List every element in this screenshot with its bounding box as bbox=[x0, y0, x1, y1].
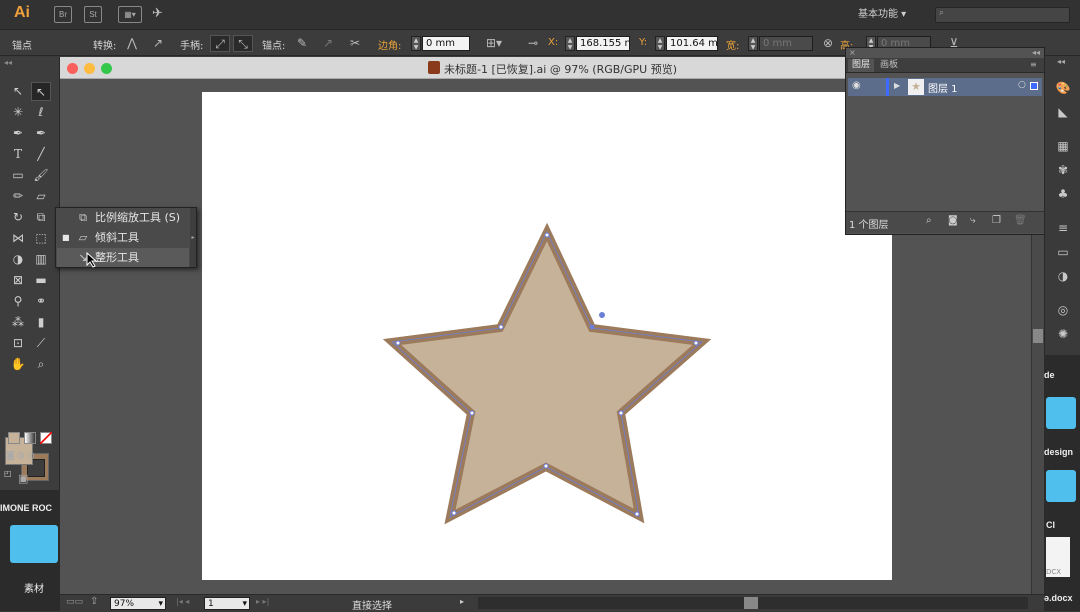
horizontal-scrollbar[interactable] bbox=[478, 597, 1028, 609]
shear-tool-icon: ▱ bbox=[78, 231, 88, 244]
current-tool-label: 直接选择 bbox=[352, 601, 392, 612]
folder-icon[interactable] bbox=[1046, 397, 1076, 429]
flyout-item-label: 整形工具 bbox=[95, 251, 139, 264]
desktop-label: ǝ.docx bbox=[1044, 593, 1073, 603]
desktop-label: CI bbox=[1046, 520, 1055, 530]
new-sublayer-icon[interactable]: ⤷ bbox=[970, 215, 976, 226]
artboard-number: 1 bbox=[208, 599, 214, 609]
desktop-label: design bbox=[1044, 447, 1074, 457]
panel-menu-icon[interactable]: ≡ bbox=[1030, 60, 1037, 69]
flyout-item-label: 倾斜工具 bbox=[95, 231, 139, 244]
selected-anchor-point[interactable] bbox=[589, 324, 595, 330]
mouse-cursor-icon bbox=[86, 252, 98, 268]
artboard-number-field[interactable]: 1 ▾ bbox=[204, 597, 250, 610]
tab-artboards[interactable]: 画板 bbox=[876, 59, 902, 72]
brushes-icon[interactable]: ✾ bbox=[1053, 161, 1073, 179]
last-artboard-icon[interactable]: ▸ ▸| bbox=[256, 597, 269, 606]
stroke-panel-icon[interactable]: ≡ bbox=[1053, 219, 1073, 237]
target-icon[interactable]: ○ bbox=[1018, 80, 1026, 90]
collapse-panel-icon[interactable]: ◂◂ bbox=[1032, 48, 1040, 57]
layer-row[interactable]: ◉ ▶ ★ 图层 1 ○ bbox=[848, 78, 1042, 96]
flyout-item-scale[interactable]: ⧉ 比例缩放工具 (S) bbox=[57, 208, 189, 227]
scale-tools-flyout: ⧉ 比例缩放工具 (S) ■ ▱ 倾斜工具 ↘ 整形工具 ▸ bbox=[55, 207, 197, 268]
status-menu-icon[interactable]: ▸ bbox=[460, 597, 464, 606]
current-tool-marker: ■ bbox=[62, 233, 70, 242]
flyout-item-shortcut: (S) bbox=[164, 211, 181, 224]
locate-object-icon[interactable]: ⌕ bbox=[926, 215, 932, 226]
graphic-styles-icon[interactable]: ✺ bbox=[1053, 325, 1073, 343]
swatches-icon[interactable]: ▦ bbox=[1053, 137, 1073, 155]
expand-layer-icon[interactable]: ▶ bbox=[894, 81, 900, 90]
symbols-icon[interactable]: ♣ bbox=[1053, 185, 1073, 203]
live-corner-widget[interactable] bbox=[599, 312, 605, 318]
desktop-right: de design CI DCX ǝ.docx bbox=[1044, 355, 1080, 611]
artboard-nav-icon[interactable]: ▭▭ bbox=[66, 597, 83, 607]
layer-color-bar bbox=[886, 78, 889, 96]
clipping-mask-icon[interactable]: ◙ bbox=[948, 215, 958, 226]
flyout-item-label: 比例缩放工具 bbox=[95, 211, 161, 224]
gradient-panel-icon[interactable]: ▭ bbox=[1053, 243, 1073, 261]
layer-count: 1 个图层 bbox=[849, 220, 889, 231]
appearance-icon[interactable]: ◎ bbox=[1053, 301, 1073, 319]
layer-name[interactable]: 图层 1 bbox=[928, 80, 958, 95]
right-panel-dock: ◂◂ 🎨 ◣ ▦ ✾ ♣ ≡ ▭ ◑ ◎ ✺ bbox=[1044, 57, 1080, 357]
status-bar: ▭▭ ⇪ 97% ▾ |◂ ◂ 1 ▾ ▸ ▸| 直接选择 ▸ bbox=[60, 594, 1044, 612]
folder-icon[interactable] bbox=[1046, 470, 1076, 502]
layers-panel-footer: 1 个图层 ⌕ ◙ ⤷ ❐ 🗑 bbox=[846, 211, 1044, 233]
horizontal-scroll-thumb[interactable] bbox=[744, 597, 758, 609]
document-file-icon[interactable]: DCX bbox=[1046, 537, 1070, 577]
selection-indicator[interactable] bbox=[1030, 82, 1038, 90]
layer-thumbnail: ★ bbox=[908, 79, 924, 95]
vertical-scroll-thumb[interactable] bbox=[1033, 329, 1043, 343]
desktop-label: de bbox=[1044, 370, 1055, 380]
star-shape[interactable] bbox=[382, 222, 712, 525]
share-icon[interactable]: ⇪ bbox=[90, 596, 98, 607]
file-type-label: DCX bbox=[1046, 568, 1062, 576]
close-panel-icon[interactable]: × bbox=[849, 48, 856, 57]
collapse-dock-icon[interactable]: ◂◂ bbox=[1057, 57, 1065, 66]
new-layer-icon[interactable]: ❐ bbox=[992, 215, 1001, 226]
zoom-value: 97% bbox=[114, 599, 135, 609]
flyout-item-reshape[interactable]: ↘ 整形工具 bbox=[57, 248, 189, 267]
color-guide-icon[interactable]: ◣ bbox=[1053, 103, 1073, 121]
scale-tool-icon: ⧉ bbox=[79, 211, 87, 224]
first-artboard-icon[interactable]: |◂ ◂ bbox=[176, 597, 189, 606]
tearoff-icon[interactable]: ▸ bbox=[190, 208, 196, 267]
zoom-field[interactable]: 97% ▾ bbox=[110, 597, 166, 610]
delete-layer-icon[interactable]: 🗑 bbox=[1014, 215, 1027, 226]
layers-panel: × ◂◂ 图层 画板 ≡ ◉ ▶ ★ 图层 1 ○ 1 个图层 ⌕ ◙ ⤷ ❐ … bbox=[845, 47, 1045, 235]
transparency-icon[interactable]: ◑ bbox=[1053, 267, 1073, 285]
layers-panel-tabs: 图层 画板 ≡ bbox=[846, 58, 1044, 73]
flyout-item-shear[interactable]: ■ ▱ 倾斜工具 bbox=[57, 228, 189, 247]
tab-layers[interactable]: 图层 bbox=[848, 59, 875, 72]
eye-icon[interactable]: ◉ bbox=[852, 80, 861, 91]
color-panel-icon[interactable]: 🎨 bbox=[1053, 79, 1073, 97]
